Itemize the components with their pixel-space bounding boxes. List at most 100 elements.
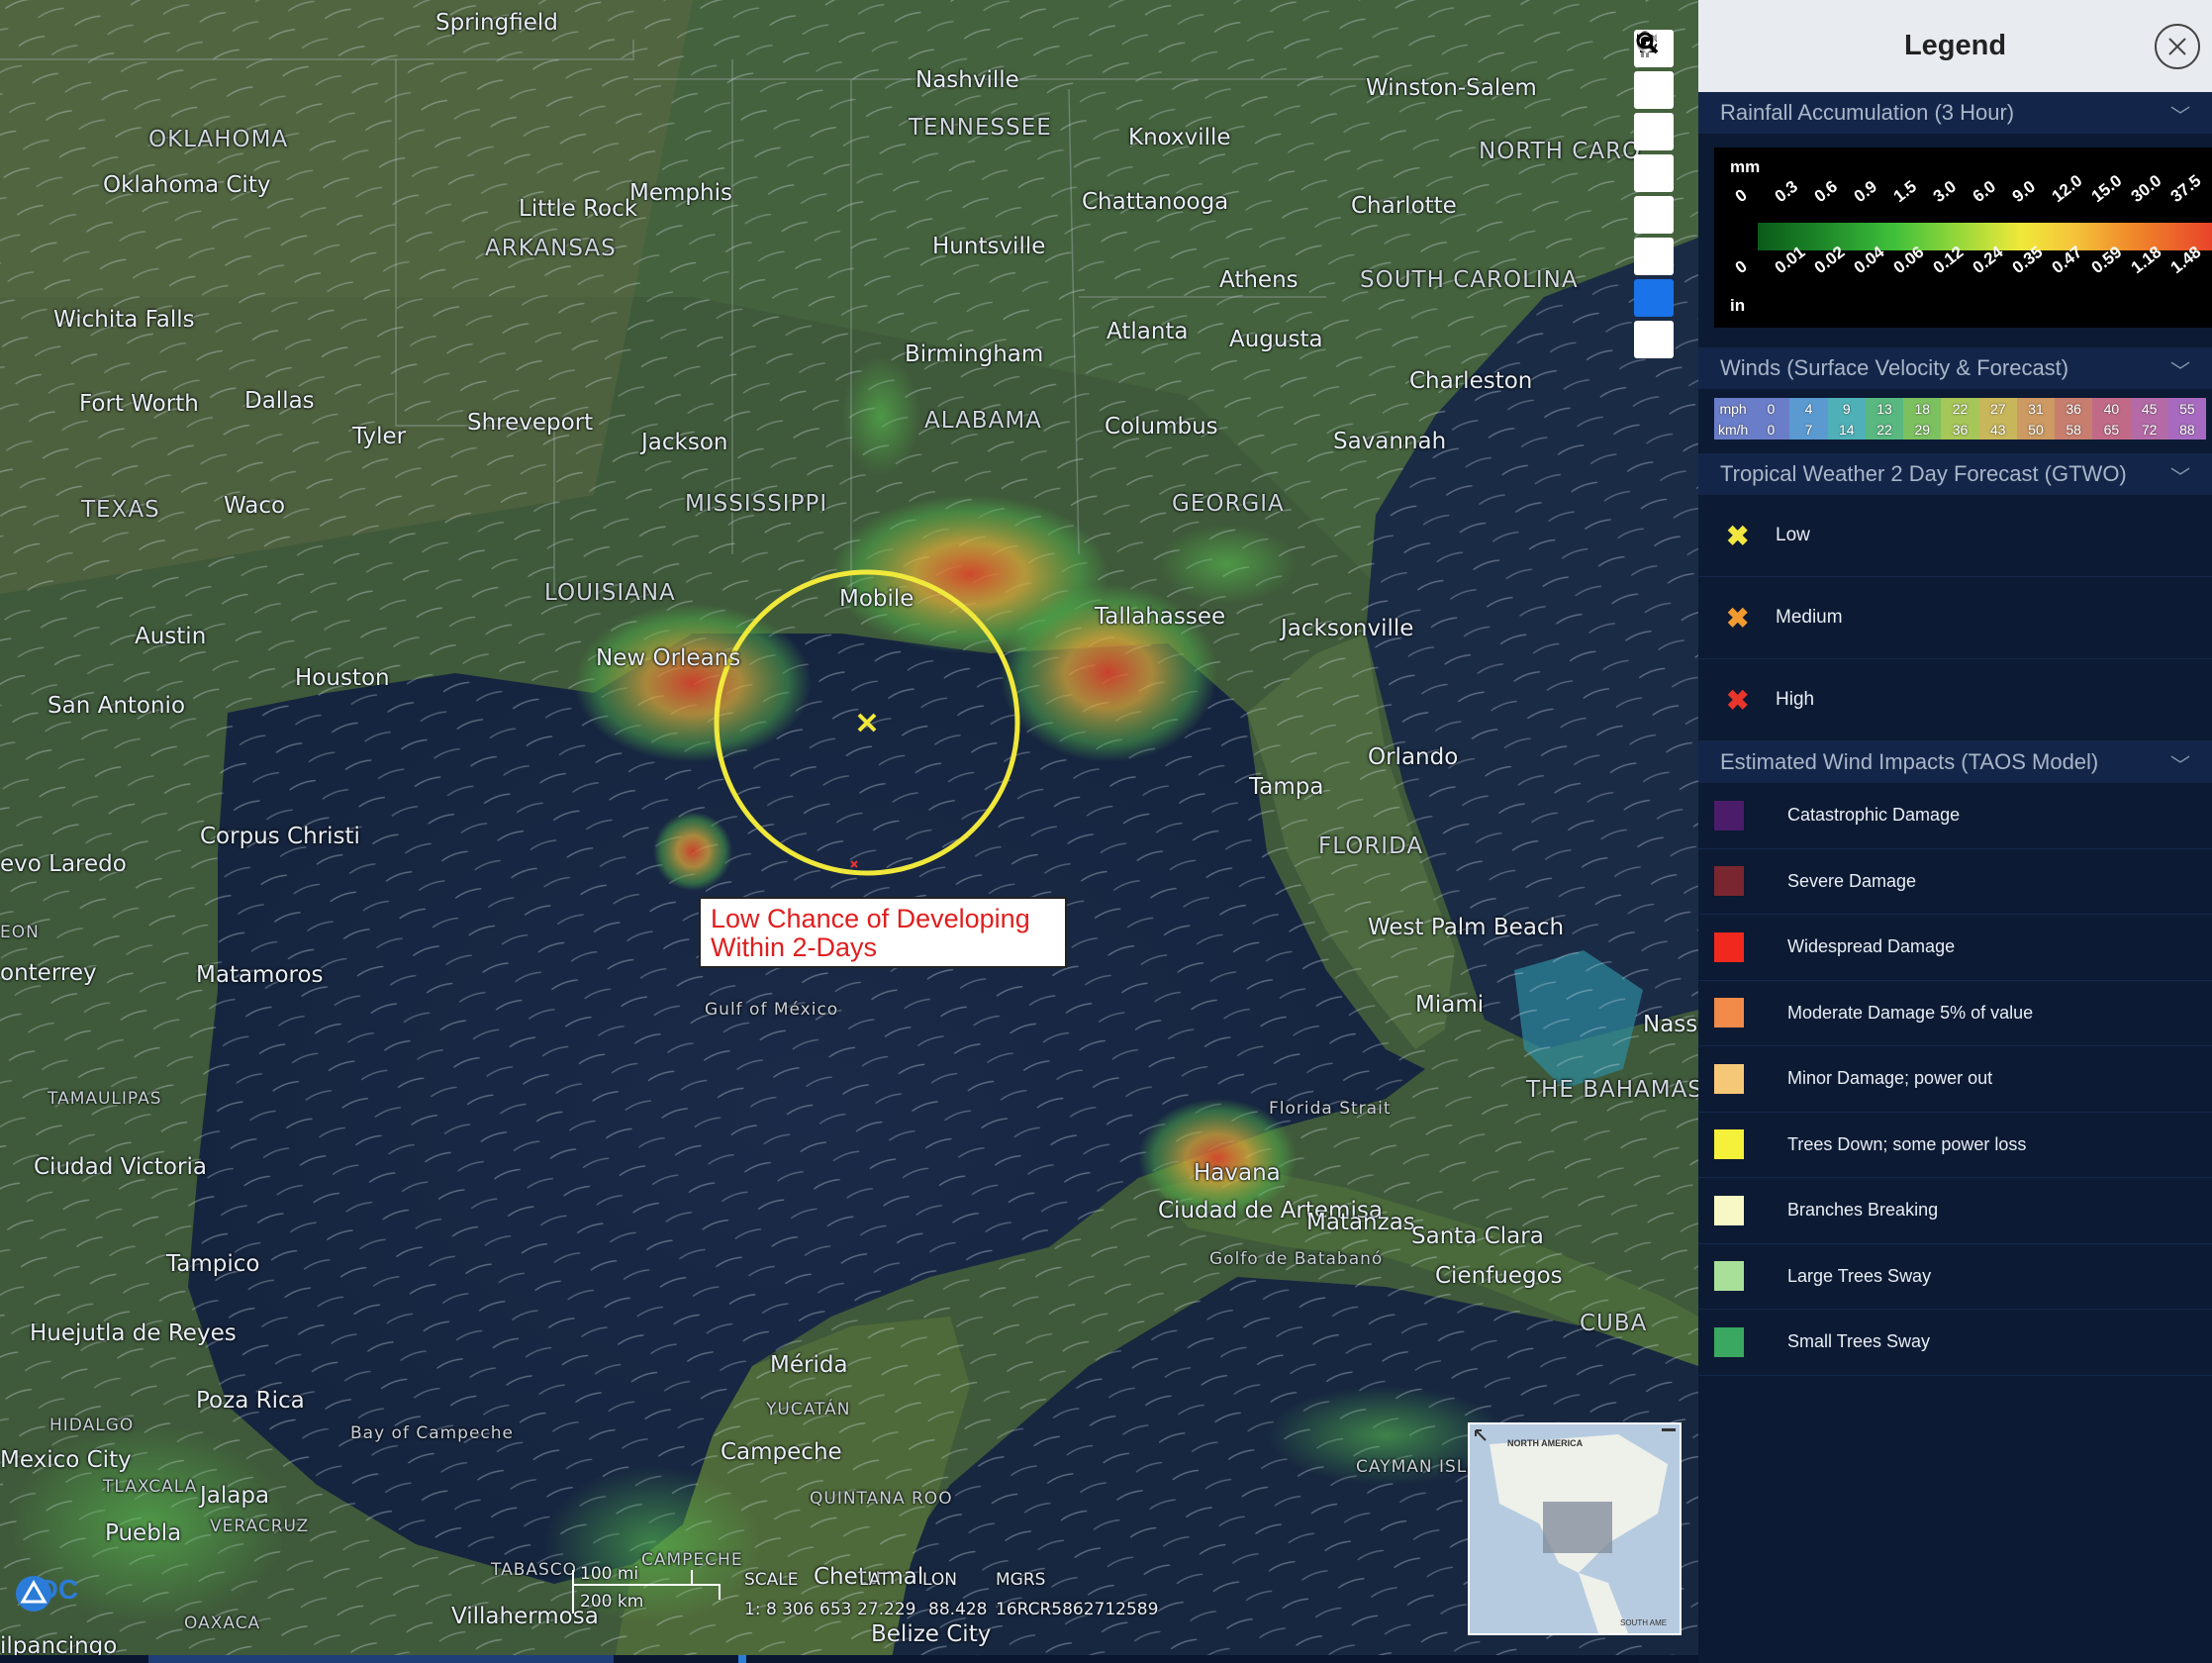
- rotate-cw-icon[interactable]: [1634, 34, 1674, 275]
- rainfall-tick-label: 12.0: [2048, 170, 2086, 207]
- city-label: Chattanooga: [1082, 189, 1229, 215]
- impact-item-label: Severe Damage: [1787, 870, 1917, 891]
- wind-mph-cell: 22: [1941, 398, 1979, 419]
- rainfall-section-header[interactable]: Rainfall Accumulation (3 Hour) ﹀: [1698, 92, 2212, 134]
- impacts-section-header[interactable]: Estimated Wind Impacts (TAOS Model) ﹀: [1698, 741, 2212, 783]
- wind-speed-scale: mph 0 4 9 13 18 22 27 31 36 40 45 55 km/h 0 7 14 22 29 36 43…: [1714, 398, 2206, 440]
- region-label: OKLAHOMA: [148, 127, 289, 152]
- impact-item-label: Small Trees Sway: [1787, 1331, 1931, 1352]
- legend-header: Legend: [1698, 0, 2212, 92]
- pan-icon[interactable]: [1634, 32, 1674, 317]
- rainfall-unit-mm: mm: [1730, 157, 1761, 176]
- wind-unit-mph: mph: [1714, 398, 1753, 419]
- city-label: Savannah: [1333, 429, 1447, 454]
- city-label: Mérida: [770, 1352, 848, 1378]
- impact-swatch: [1714, 1129, 1744, 1160]
- wind-kmh-cell: 88: [2167, 419, 2206, 440]
- gtwo-item-label: Medium: [1776, 607, 1843, 628]
- city-label: Nashville: [915, 67, 1019, 93]
- close-button[interactable]: [2155, 24, 2200, 69]
- impact-swatch: [1714, 1261, 1744, 1292]
- impacts-header-label: Estimated Wind Impacts (TAOS Model): [1720, 749, 2099, 774]
- overview-minimap[interactable]: NORTH AMERICA SOUTH AME: [1468, 1422, 1682, 1635]
- area-label: VERACRUZ: [210, 1516, 310, 1536]
- city-label: Huejutla de Reyes: [30, 1321, 237, 1346]
- city-label: Mexico City: [0, 1447, 132, 1473]
- rainfall-cell: [574, 604, 812, 762]
- city-label: Columbus: [1105, 414, 1218, 440]
- city-label: Santa Clara: [1411, 1223, 1544, 1249]
- lat-value: 27.229: [857, 1600, 916, 1619]
- zoom-out-icon[interactable]: [1634, 41, 1674, 150]
- lon-label: LON: [922, 1570, 957, 1590]
- area-label: CAMPECHE: [641, 1550, 743, 1570]
- gtwo-item-label: High: [1776, 689, 1815, 710]
- rotate-ccw-icon[interactable]: [1634, 34, 1674, 234]
- region-label: TEXAS: [81, 497, 160, 523]
- area-label: Gulf of México: [705, 1000, 839, 1020]
- home-icon[interactable]: [1634, 33, 1674, 192]
- close-icon: [2168, 38, 2186, 55]
- city-label: Ciudad Victoria: [34, 1154, 207, 1180]
- city-label: Poza Rica: [196, 1388, 305, 1414]
- rainfall-tick-label: 0: [1731, 185, 1751, 207]
- chevron-down-icon: ﹀: [2170, 467, 2190, 489]
- city-label: Tampico: [166, 1251, 260, 1277]
- callout-line-2: Within 2-Days: [711, 932, 878, 962]
- rainfall-tick-label: 15.0: [2087, 170, 2126, 207]
- rainfall-tick-label: 0.3: [1771, 176, 1802, 207]
- mgrs-value: 16RCR5862712589: [996, 1600, 1159, 1619]
- city-label: Austin: [135, 624, 207, 649]
- region-label: LOUISIANA: [544, 580, 676, 606]
- impact-item: Large Trees Sway: [1698, 1244, 2212, 1310]
- rainfall-cell: [653, 812, 732, 891]
- city-label: Huntsville: [932, 234, 1046, 259]
- gtwo-section-header[interactable]: Tropical Weather 2 Day Forecast (GTWO) ﹀: [1698, 453, 2212, 495]
- city-label: Atlanta: [1106, 319, 1189, 344]
- wind-kmh-cell: 58: [2055, 419, 2093, 440]
- city-label: Waco: [224, 493, 286, 519]
- impact-item-label: Widespread Damage: [1787, 936, 1956, 957]
- gtwo-item: ✖ Medium: [1698, 577, 2212, 659]
- region-label: THE BAHAMAS: [1526, 1077, 1698, 1103]
- rainfall-unit-in: in: [1730, 296, 1746, 315]
- wind-mph-cell: 31: [2016, 398, 2056, 419]
- city-label: Charleston: [1409, 368, 1533, 394]
- city-label: Tyler: [352, 424, 407, 449]
- rainfall-tick-label: 6.0: [1969, 176, 2000, 207]
- impact-item: Branches Breaking: [1698, 1178, 2212, 1244]
- city-label: Charlotte: [1351, 193, 1457, 219]
- legend-title: Legend: [1903, 30, 2007, 61]
- wind-kmh-cell: 36: [1941, 419, 1979, 440]
- minimap-viewport: [1543, 1502, 1612, 1553]
- city-label: Little Rock: [519, 196, 638, 222]
- wind-mph-cell: 45: [2130, 398, 2168, 419]
- city-label: evo Laredo: [0, 851, 127, 877]
- impact-item: Minor Damage; power out: [1698, 1046, 2212, 1113]
- zoom-in-icon[interactable]: [1634, 33, 1674, 109]
- wind-mph-cell: 27: [1978, 398, 2017, 419]
- city-label: Wichita Falls: [53, 307, 195, 333]
- zoom-box-icon[interactable]: [1634, 32, 1674, 358]
- wind-mph-cell: 18: [1903, 398, 1942, 419]
- area-label: QUINTANA ROO: [810, 1489, 953, 1509]
- winds-section-header[interactable]: Winds (Surface Velocity & Forecast) ﹀: [1698, 347, 2212, 389]
- chevron-down-icon: ﹀: [2170, 361, 2190, 383]
- region-label: MISSISSIPPI: [685, 491, 828, 517]
- city-label: Puebla: [105, 1520, 182, 1546]
- callout-line-1: Low Chance of Developing: [711, 904, 1030, 933]
- wind-mph-cell: 36: [2055, 398, 2093, 419]
- map-view[interactable]: Springfield Nashville Winston-Salem Oklahom…: [0, 0, 1698, 1663]
- impacts-list: Catastrophic Damage Severe Damage Widespre…: [1698, 783, 2212, 1376]
- impact-item-label: Moderate Damage 5% of value: [1787, 1002, 2034, 1023]
- impact-swatch: [1714, 1326, 1744, 1357]
- forecast-callout: Low Chance of Developing Within 2-Days: [699, 897, 1067, 968]
- city-label: Athens: [1219, 267, 1298, 293]
- impact-swatch: [1714, 1063, 1744, 1094]
- city-label: Oklahoma City: [103, 172, 271, 198]
- impact-item: Moderate Damage 5% of value: [1698, 981, 2212, 1046]
- rainfall-tick-label: 30.0: [2127, 170, 2165, 207]
- region-label: CUBA: [1580, 1311, 1648, 1336]
- cross-marker-icon: ✖: [1726, 684, 1750, 716]
- city-label: Belize City: [871, 1621, 992, 1647]
